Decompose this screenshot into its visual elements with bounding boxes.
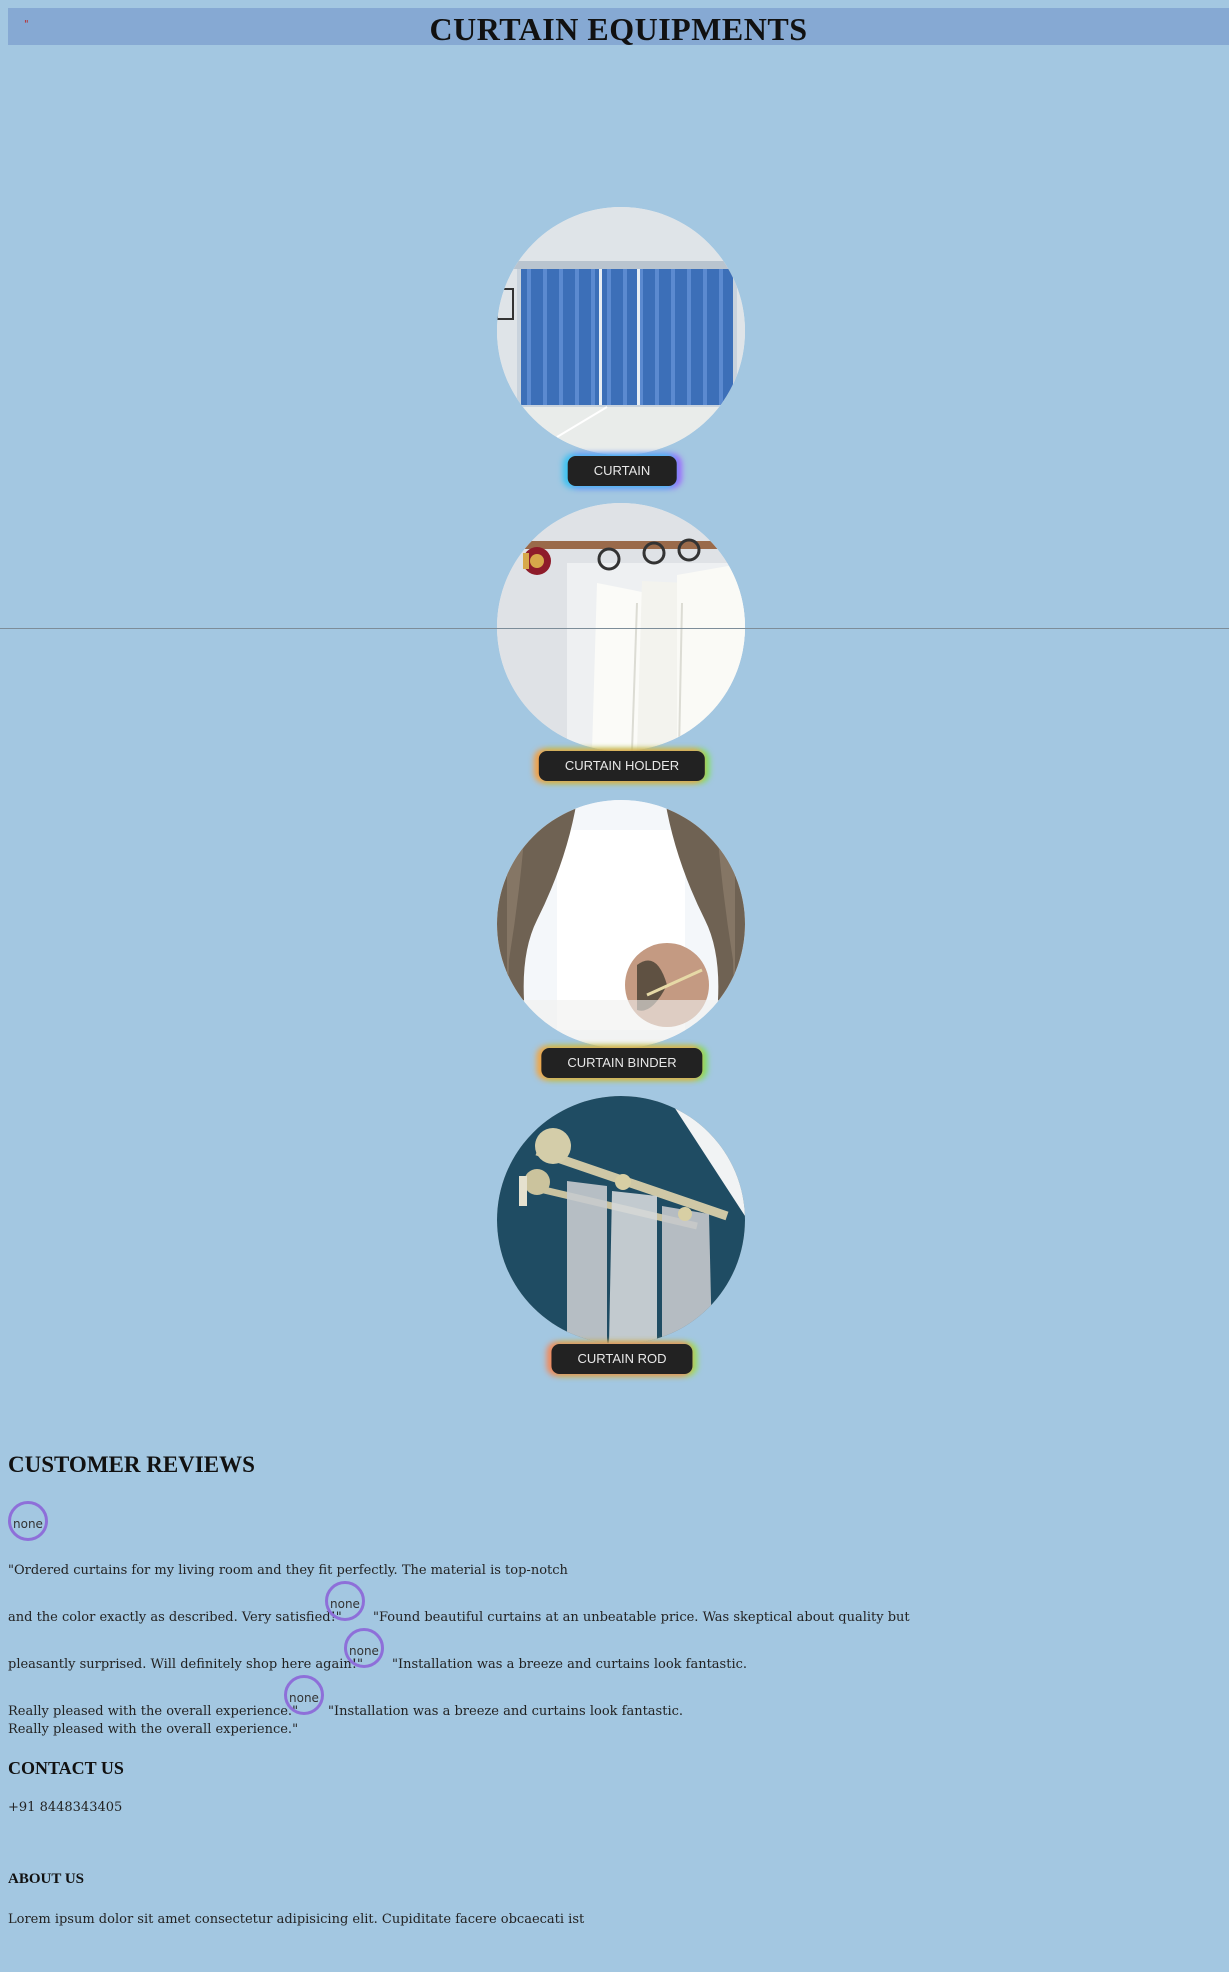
curtain-holder-image[interactable] bbox=[497, 503, 745, 751]
header-bar: " CURTAIN EQUIPMENTS bbox=[8, 8, 1229, 47]
reviewer-avatar: none bbox=[284, 1675, 324, 1715]
product-card-curtain: CURTAIN bbox=[497, 207, 747, 486]
curtain-binder-button[interactable]: CURTAIN BINDER bbox=[541, 1048, 703, 1078]
divider-line bbox=[0, 628, 1229, 629]
product-card-curtain-holder: CURTAIN HOLDER bbox=[497, 503, 747, 781]
about-text: Lorem ipsum dolor sit amet consectetur a… bbox=[8, 1912, 585, 1927]
review-line-3: "Found beautiful curtains at an unbeatab… bbox=[373, 1610, 910, 1625]
curtain-binder-image[interactable] bbox=[497, 800, 745, 1048]
product-card-curtain-binder: CURTAIN BINDER bbox=[497, 800, 747, 1078]
reviewer-avatar: none bbox=[344, 1628, 384, 1668]
review-line-8: Really pleased with the overall experien… bbox=[8, 1722, 299, 1737]
page-title: CURTAIN EQUIPMENTS bbox=[429, 11, 808, 47]
reviewer-avatar: none bbox=[8, 1501, 48, 1541]
reviews-title: CUSTOMER REVIEWS bbox=[8, 1452, 255, 1477]
review-line-4: pleasantly surprised. Will definitely sh… bbox=[8, 1657, 363, 1672]
review-line-2: and the color exactly as described. Very… bbox=[8, 1610, 342, 1625]
contact-phone: +91 8448343405 bbox=[8, 1800, 123, 1815]
product-card-curtain-rod: CURTAIN ROD bbox=[497, 1096, 747, 1374]
reviewer-avatar: none bbox=[325, 1581, 365, 1621]
curtain-image[interactable] bbox=[497, 207, 745, 455]
review-line-7: "Installation was a breeze and curtains … bbox=[328, 1704, 684, 1719]
curtain-button[interactable]: CURTAIN bbox=[567, 456, 677, 486]
review-line-6: Really pleased with the overall experien… bbox=[8, 1704, 299, 1719]
about-title: ABOUT US bbox=[8, 1871, 84, 1887]
curtain-holder-button[interactable]: CURTAIN HOLDER bbox=[538, 751, 706, 781]
contact-title: CONTACT US bbox=[8, 1758, 124, 1778]
review-line-5: "Installation was a breeze and curtains … bbox=[392, 1657, 748, 1672]
review-line-1: "Ordered curtains for my living room and… bbox=[8, 1563, 568, 1578]
curtain-rod-image[interactable] bbox=[497, 1096, 745, 1344]
curtain-rod-button[interactable]: CURTAIN ROD bbox=[551, 1344, 693, 1374]
